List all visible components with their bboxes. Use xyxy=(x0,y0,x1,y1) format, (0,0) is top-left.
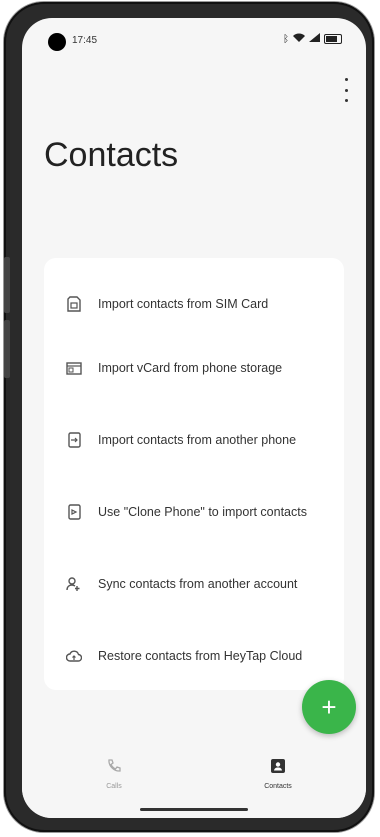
contacts-icon xyxy=(270,759,286,778)
camera-hole xyxy=(48,33,66,51)
import-another-phone-item[interactable]: Import contacts from another phone xyxy=(44,412,344,468)
screen: 17:45 ᛒ Contacts Import contacts from SI… xyxy=(22,18,366,818)
import-another-phone-label: Import contacts from another phone xyxy=(98,433,297,447)
power-button xyxy=(4,320,10,378)
restore-cloud-label: Restore contacts from HeyTap Cloud xyxy=(98,649,303,663)
status-bar: 17:45 ᛒ xyxy=(22,18,366,58)
vcard-icon xyxy=(56,361,92,375)
sim-card-icon xyxy=(56,296,92,312)
plus-icon: + xyxy=(321,692,337,722)
import-vcard-label: Import vCard from phone storage xyxy=(98,361,283,375)
import-vcard-item[interactable]: Import vCard from phone storage xyxy=(44,340,344,396)
more-options-icon[interactable] xyxy=(340,78,352,102)
sync-account-icon xyxy=(56,576,92,592)
tab-calls[interactable]: Calls xyxy=(74,758,154,790)
page-title: Contacts xyxy=(44,136,179,174)
status-time: 17:45 xyxy=(72,35,98,46)
restore-cloud-item[interactable]: Restore contacts from HeyTap Cloud xyxy=(44,628,344,684)
import-sim-card-label: Import contacts from SIM Card xyxy=(98,297,269,311)
clone-phone-item[interactable]: Use "Clone Phone" to import contacts xyxy=(44,484,344,540)
clone-phone-icon xyxy=(56,504,92,520)
home-indicator[interactable] xyxy=(140,808,248,811)
cloud-restore-icon xyxy=(56,650,92,663)
import-phone-icon xyxy=(56,432,92,448)
battery-icon xyxy=(324,34,342,44)
tab-contacts-label: Contacts xyxy=(264,783,292,790)
sync-account-item[interactable]: Sync contacts from another account xyxy=(44,556,344,612)
bluetooth-icon: ᛒ xyxy=(283,33,289,45)
status-icons: ᛒ xyxy=(283,33,342,45)
clone-phone-label: Use "Clone Phone" to import contacts xyxy=(98,505,307,519)
sync-account-label: Sync contacts from another account xyxy=(98,577,298,591)
add-contact-button[interactable]: + xyxy=(302,680,356,734)
import-options-card: Import contacts from SIM Card Import vCa… xyxy=(44,258,344,690)
volume-button xyxy=(4,257,10,313)
tab-contacts[interactable]: Contacts xyxy=(238,758,318,790)
import-sim-card-item[interactable]: Import contacts from SIM Card xyxy=(44,276,344,332)
wifi-icon xyxy=(293,33,305,45)
signal-icon xyxy=(309,33,320,45)
phone-frame: 17:45 ᛒ Contacts Import contacts from SI… xyxy=(4,2,374,832)
phone-icon xyxy=(106,759,122,778)
tab-calls-label: Calls xyxy=(106,783,122,790)
